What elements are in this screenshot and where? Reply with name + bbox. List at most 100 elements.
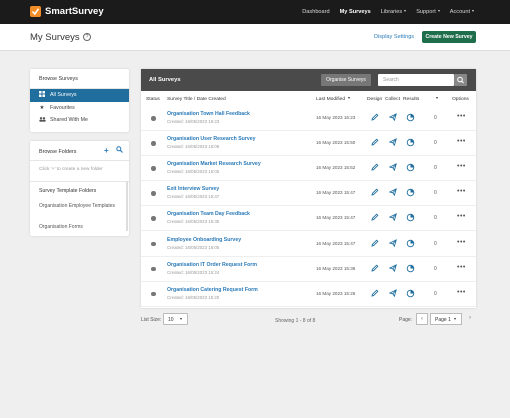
- status-dot-icon: [151, 191, 156, 196]
- survey-title-link[interactable]: Exit Interview Survey: [167, 186, 219, 192]
- search-button[interactable]: [454, 74, 467, 86]
- column-header-title[interactable]: Survey Title / Date Created: [167, 97, 226, 102]
- add-folder-icon[interactable]: +: [104, 146, 109, 155]
- column-header-collect: Collect: [385, 97, 400, 102]
- survey-last-modified: 16 May 2023 15:47: [316, 190, 356, 196]
- results-chart-icon[interactable]: [406, 188, 415, 199]
- paper-plane-icon[interactable]: [388, 188, 397, 198]
- survey-created-date: Created: 16/05/2023 15:20: [167, 294, 220, 300]
- results-count: 0: [434, 165, 437, 172]
- table-row: Organisation Town Hall Feedback Created: …: [141, 106, 476, 131]
- more-options-icon[interactable]: •••: [457, 239, 466, 246]
- survey-title-link[interactable]: Organisation Town Hall Feedback: [167, 111, 250, 117]
- results-chart-icon[interactable]: [406, 213, 415, 224]
- survey-title-link[interactable]: Organisation IT Order Request Form: [167, 262, 257, 268]
- help-icon[interactable]: ?: [83, 33, 91, 41]
- paper-plane-icon[interactable]: [388, 288, 397, 299]
- create-new-survey-button[interactable]: Create New Survey: [422, 31, 476, 43]
- pencil-icon[interactable]: [371, 289, 379, 299]
- results-chart-icon[interactable]: [406, 163, 415, 174]
- pencil-icon[interactable]: [371, 138, 379, 148]
- search-icon[interactable]: [116, 146, 123, 155]
- pencil-icon[interactable]: [371, 264, 379, 274]
- survey-last-modified: 16 May 2023 16:23: [316, 115, 356, 120]
- results-count: 0: [434, 265, 437, 272]
- survey-title-link[interactable]: Organisation Team Day Feedback: [167, 211, 250, 217]
- sidebar-item-favourites[interactable]: ★ Favourites: [30, 102, 129, 115]
- nav-dashboard[interactable]: Dashboard: [302, 9, 329, 15]
- status-dot-icon: [151, 216, 156, 221]
- star-icon: ★: [39, 104, 45, 111]
- paper-plane-icon[interactable]: [388, 163, 397, 173]
- sidebar-item-shared-with-me[interactable]: Shared With Me: [30, 114, 129, 127]
- results-chart-icon[interactable]: [406, 113, 415, 124]
- search-input[interactable]: Search: [378, 74, 454, 86]
- nav-support[interactable]: Support: [416, 9, 440, 15]
- browse-surveys-heading: Browse Surveys: [30, 69, 129, 89]
- survey-created-date: Created: 16/05/2023 16:23: [167, 119, 220, 124]
- more-options-icon[interactable]: •••: [457, 188, 466, 195]
- column-header-options: Options: [452, 97, 469, 102]
- brand-logo[interactable]: SmartSurvey: [30, 6, 104, 17]
- table-row: Employee Onboarding Survey Created: 16/05…: [141, 232, 476, 257]
- paper-plane-icon[interactable]: [388, 113, 397, 123]
- survey-title-link[interactable]: Organisation Catering Request Form: [167, 287, 258, 293]
- list-size-select[interactable]: 10: [163, 313, 188, 325]
- more-options-icon[interactable]: •••: [457, 163, 466, 170]
- more-options-icon[interactable]: •••: [457, 264, 466, 271]
- nav-my-surveys[interactable]: My Surveys: [340, 9, 371, 15]
- paper-plane-icon[interactable]: [388, 138, 397, 148]
- survey-title-link[interactable]: Organisation Market Research Survey: [167, 161, 261, 167]
- results-chart-icon[interactable]: [406, 289, 415, 300]
- folder-scrollbar[interactable]: [126, 181, 128, 231]
- pencil-icon[interactable]: [371, 239, 379, 249]
- template-folder-item[interactable]: Organisation Forms: [39, 224, 119, 231]
- prev-page-button[interactable]: ‹: [416, 313, 428, 325]
- browse-folders-heading: Browse Folders: [39, 149, 77, 155]
- nav-account[interactable]: Account: [450, 9, 474, 15]
- results-count: 0: [434, 115, 437, 121]
- pencil-icon[interactable]: [371, 113, 379, 123]
- nav-support-label: Support: [416, 9, 436, 15]
- results-chart-icon[interactable]: [406, 239, 415, 250]
- browse-folders-panel: Browse Folders + Click '+' to create a n…: [30, 141, 129, 236]
- results-count: 0: [434, 215, 437, 222]
- survey-title-link[interactable]: Employee Onboarding Survey: [167, 237, 241, 243]
- results-chart-icon[interactable]: [406, 264, 415, 275]
- results-count: 0: [434, 140, 437, 147]
- table-row: Organisation Catering Request Form Create…: [141, 282, 476, 307]
- pencil-icon[interactable]: [371, 163, 379, 173]
- paper-plane-icon[interactable]: [388, 238, 397, 249]
- more-options-icon[interactable]: •••: [457, 289, 466, 296]
- survey-created-date: Created: 16/05/2023 15:05: [167, 169, 220, 175]
- organise-surveys-button[interactable]: Organise Surveys: [321, 74, 371, 86]
- main-nav: Dashboard My Surveys Libraries Support A…: [302, 0, 474, 24]
- nav-libraries-label: Libraries: [380, 9, 403, 15]
- survey-title-link[interactable]: Organisation User Research Survey: [167, 136, 256, 142]
- nav-libraries[interactable]: Libraries: [380, 9, 407, 15]
- page-value: Page 1: [435, 317, 451, 323]
- display-settings-link[interactable]: Display Settings: [374, 34, 414, 40]
- more-options-icon[interactable]: •••: [457, 113, 466, 120]
- pencil-icon[interactable]: [371, 213, 379, 223]
- showing-count: Showing 1 - 8 of 8: [275, 318, 316, 324]
- sidebar-item-all-surveys[interactable]: All Surveys: [30, 89, 129, 102]
- survey-last-modified: 16 May 2023 15:36: [316, 265, 356, 271]
- more-options-icon[interactable]: •••: [457, 138, 466, 145]
- column-header-modified[interactable]: Last Modified: [316, 97, 351, 102]
- results-chart-icon[interactable]: [406, 138, 415, 149]
- paper-plane-icon[interactable]: [388, 213, 397, 223]
- results-filter[interactable]: [433, 97, 438, 102]
- more-options-icon[interactable]: •••: [457, 213, 466, 220]
- page-select[interactable]: Page 1: [430, 313, 462, 325]
- status-dot-icon: [151, 166, 156, 171]
- chevron-down-icon: [179, 318, 182, 320]
- paper-plane-icon[interactable]: [388, 263, 397, 274]
- column-header-design: Design: [367, 97, 383, 102]
- survey-created-date: Created: 16/05/2023 15:05: [167, 244, 220, 250]
- pencil-icon[interactable]: [371, 188, 379, 198]
- next-page-button[interactable]: ›: [464, 313, 476, 325]
- page-label: Page:: [399, 317, 413, 323]
- template-folder-item[interactable]: Organisation Employee Templates: [39, 203, 119, 210]
- status-dot-icon: [151, 241, 156, 246]
